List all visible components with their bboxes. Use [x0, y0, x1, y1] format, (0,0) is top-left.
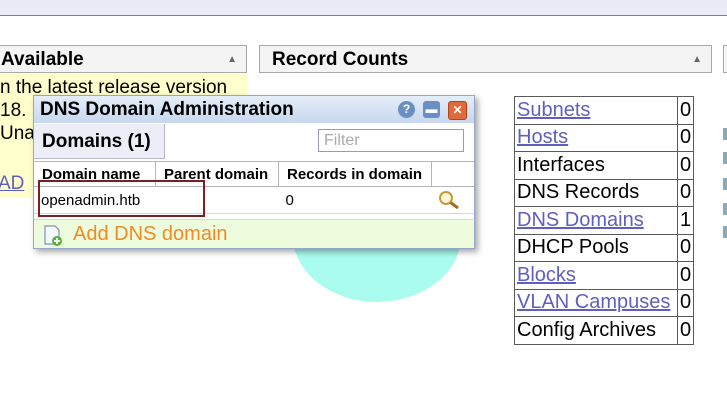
edge-icon	[723, 203, 727, 215]
sort-up-icon[interactable]: ▲	[227, 46, 237, 74]
column-header-parent[interactable]: Parent domain	[155, 161, 279, 187]
table-row[interactable]: VLAN Campuses 0	[514, 288, 695, 317]
add-domain-row[interactable]: Add DNS domain	[34, 219, 474, 248]
column-header-records[interactable]: Records in domain	[278, 161, 432, 187]
available-panel-title: Available	[1, 49, 84, 70]
record-count-label[interactable]: DNS Domains	[514, 206, 678, 235]
filter-input[interactable]	[318, 129, 464, 152]
record-count-label: DHCP Pools	[514, 233, 678, 262]
right-panel-header	[723, 45, 727, 73]
record-count-label[interactable]: Blocks	[514, 261, 678, 290]
record-count-link[interactable]: DNS Domains	[517, 209, 644, 231]
magnifier-icon[interactable]	[438, 190, 460, 210]
parent-domain-cell	[155, 186, 279, 214]
record-count-link[interactable]: VLAN Campuses	[517, 291, 670, 313]
record-count-value: 0	[676, 288, 695, 317]
table-row: DHCP Pools 0	[514, 233, 695, 262]
record-count-link[interactable]: Hosts	[517, 126, 568, 148]
record-counts-title: Record Counts	[272, 49, 409, 70]
record-counts-table: Subnets 0 Hosts 0 Interfaces 0 DNS Records 0 DNS…	[514, 96, 695, 345]
table-row: DNS Records 0	[514, 178, 695, 207]
record-count-label: Interfaces	[514, 151, 678, 180]
record-counts-header[interactable]: Record Counts ▲	[259, 45, 712, 73]
table-row[interactable]: Subnets 0	[514, 96, 695, 125]
record-count-value: 0	[676, 178, 695, 207]
column-header-actions	[431, 161, 474, 187]
available-line-2: 18.	[0, 100, 27, 121]
available-panel-header[interactable]: Available ▲	[0, 45, 247, 73]
table-row[interactable]: Blocks 0	[514, 261, 695, 290]
record-count-link[interactable]: Blocks	[517, 264, 576, 286]
edge-icon	[723, 152, 727, 164]
record-count-value: 0	[676, 96, 695, 125]
domain-name-cell[interactable]: openadmin.htb	[34, 186, 156, 214]
record-count-value: 0	[676, 261, 695, 290]
minimize-icon[interactable]: ▬	[423, 101, 440, 118]
table-row: Interfaces 0	[514, 151, 695, 180]
table-row[interactable]: Hosts 0	[514, 123, 695, 152]
window-title: DNS Domain Administration	[40, 99, 294, 120]
edge-icon	[723, 178, 727, 190]
record-count-label[interactable]: Subnets	[514, 96, 678, 125]
record-count-value: 0	[676, 316, 695, 345]
tab-domains[interactable]: Domains (1)	[34, 124, 165, 159]
record-count-label[interactable]: VLAN Campuses	[514, 288, 678, 317]
top-strip	[0, 0, 727, 16]
table-row[interactable]: DNS Domains 1	[514, 206, 695, 235]
edge-icon	[723, 128, 727, 140]
help-icon[interactable]: ?	[398, 101, 415, 118]
add-dns-domain-link[interactable]: Add DNS domain	[73, 223, 228, 246]
column-header-domain[interactable]: Domain name	[34, 161, 156, 187]
dns-domain-window: DNS Domain Administration ? ▬ ✕ Domains …	[33, 95, 475, 249]
domains-table: Domain name Parent domain Records in dom…	[34, 161, 474, 214]
available-link[interactable]: AD	[0, 173, 24, 195]
record-count-label[interactable]: Hosts	[514, 123, 678, 152]
records-cell: 0	[278, 186, 432, 214]
record-count-value: 0	[676, 151, 695, 180]
record-count-label: DNS Records	[514, 178, 678, 207]
record-count-value: 1	[676, 206, 695, 235]
sort-up-icon[interactable]: ▲	[692, 46, 702, 74]
record-count-value: 0	[676, 233, 695, 262]
edge-icon	[723, 226, 727, 238]
record-count-label: Config Archives	[514, 316, 678, 345]
table-row: Config Archives 0	[514, 316, 695, 345]
add-document-icon[interactable]	[42, 225, 64, 247]
record-count-value: 0	[676, 123, 695, 152]
window-toolbar: Domains (1)	[34, 124, 474, 160]
close-icon[interactable]: ✕	[448, 101, 467, 120]
table-row[interactable]: openadmin.htb 0	[34, 186, 474, 214]
record-count-link[interactable]: Subnets	[517, 99, 590, 121]
